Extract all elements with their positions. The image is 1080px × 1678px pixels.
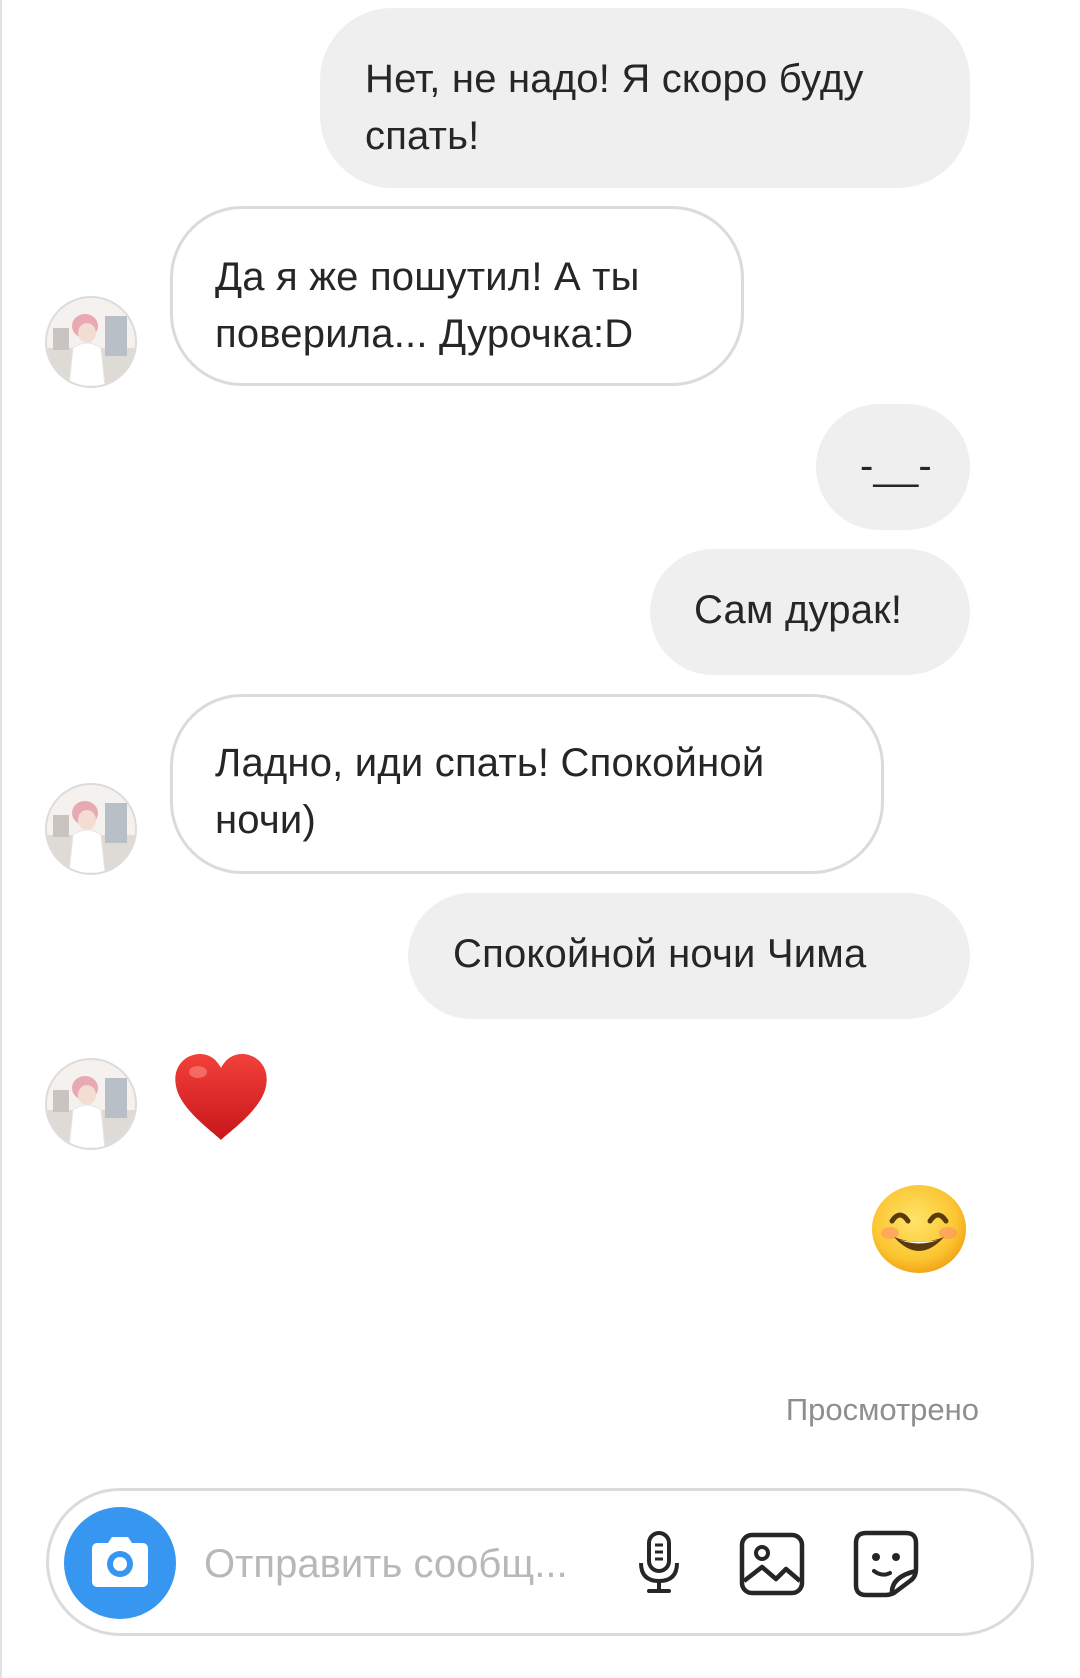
camera-icon — [92, 1537, 148, 1587]
sticker-icon — [853, 1530, 919, 1598]
avatar-photo — [47, 1060, 135, 1148]
gallery-button[interactable] — [732, 1523, 812, 1603]
message-input[interactable] — [204, 1529, 634, 1599]
message-text: Ладно, иди спать! Спокойной ночи) — [215, 741, 765, 842]
microphone-button[interactable] — [619, 1523, 699, 1603]
message-text: -__- — [860, 444, 932, 488]
avatar[interactable] — [45, 783, 137, 875]
sent-message[interactable]: Сам дурак! — [650, 549, 970, 675]
avatar[interactable] — [45, 296, 137, 388]
avatar[interactable] — [45, 1058, 137, 1150]
smiling-face-emoji[interactable] — [870, 1183, 968, 1280]
avatar-photo — [47, 298, 135, 386]
camera-button[interactable] — [64, 1507, 176, 1619]
sticker-button[interactable] — [846, 1523, 926, 1603]
sent-message[interactable]: Спокойной ночи Чима — [408, 893, 970, 1019]
gallery-icon — [739, 1532, 805, 1596]
heart-emoji[interactable] — [172, 1052, 270, 1147]
avatar-photo — [47, 785, 135, 873]
message-text: Сам дурак! — [694, 588, 903, 632]
message-text: Спокойной ночи Чима — [453, 932, 867, 976]
seen-status: Просмотрено — [785, 1392, 979, 1427]
sent-message[interactable]: Нет, не надо! Я скоро буду спать! — [320, 8, 970, 188]
screen-edge — [0, 0, 2, 1678]
sent-message[interactable]: -__- — [816, 404, 970, 530]
message-composer — [46, 1488, 1034, 1636]
message-text: Да я же пошутил! А ты поверила... Дурочк… — [215, 255, 640, 356]
message-text: Нет, не надо! Я скоро буду спать! — [365, 57, 864, 158]
received-message[interactable]: Да я же пошутил! А ты поверила... Дурочк… — [170, 206, 744, 386]
received-message[interactable]: Ладно, иди спать! Спокойной ночи) — [170, 694, 884, 874]
microphone-icon — [639, 1531, 679, 1593]
